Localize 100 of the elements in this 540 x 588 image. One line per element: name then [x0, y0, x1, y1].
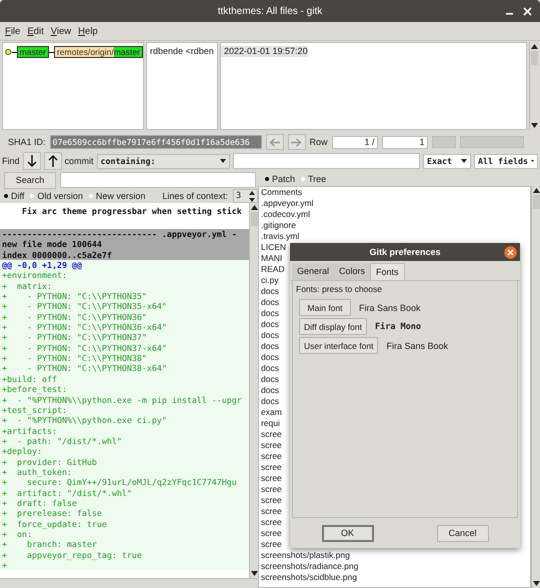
file-name[interactable]: MANI	[261, 253, 282, 263]
scrollbar[interactable]	[531, 186, 540, 588]
file-name[interactable]: scree	[261, 484, 282, 494]
default-button[interactable]: OK	[322, 524, 374, 542]
radio-button[interactable]	[265, 176, 269, 180]
back-button[interactable]	[266, 134, 284, 150]
file-name[interactable]: docs	[261, 352, 279, 362]
find-field[interactable]	[232, 153, 420, 169]
dropdown[interactable]: All fields	[474, 154, 538, 168]
radio-button[interactable]	[4, 194, 8, 198]
forward-button[interactable]	[288, 134, 306, 150]
menu-item[interactable]: Help	[78, 26, 98, 36]
file-name[interactable]: docs	[261, 308, 279, 318]
file-name[interactable]: scree	[261, 451, 282, 461]
find-previous-button[interactable]	[44, 152, 62, 170]
find-scope-label: commit	[64, 156, 94, 166]
file-name[interactable]: LICEN	[261, 242, 286, 252]
sha1-field[interactable]: 07e6509cc6bffbe7917e6ff456f0d1f16a5de636	[50, 135, 262, 149]
left-arrow-icon	[269, 138, 280, 146]
radio-label: Tree	[308, 174, 326, 184]
font-button[interactable]: Diff display font	[299, 318, 367, 335]
file-name[interactable]: screenshots/radiance.png	[261, 561, 358, 571]
author-text: rdbende <rdben	[149, 46, 215, 57]
radio-button[interactable]	[300, 176, 306, 182]
radio-button[interactable]	[88, 193, 94, 199]
close-icon[interactable]	[523, 7, 532, 16]
file-name[interactable]: scree	[261, 506, 282, 516]
scrollbar-thumb[interactable]	[250, 212, 258, 226]
right-arrow-icon	[291, 138, 302, 146]
close-icon[interactable]	[504, 246, 517, 259]
scrollbar-thumb[interactable]	[530, 51, 538, 65]
hint-text: Fonts: press to choose	[296, 284, 383, 294]
radio-label: Diff	[11, 191, 24, 201]
tab[interactable]: Colors	[334, 263, 370, 280]
context-label: Lines of context:	[162, 191, 228, 201]
menu-item[interactable]: View	[50, 26, 72, 36]
diff-header: ------------------------------- .appveyor.yml -	[0, 229, 249, 240]
scrollbar[interactable]	[249, 203, 258, 578]
row-label: Row	[310, 137, 328, 147]
file-name[interactable]: docs	[261, 363, 279, 373]
file-name[interactable]: READ	[261, 264, 285, 274]
file-name[interactable]: scree	[261, 517, 282, 527]
file-name[interactable]: screenshots/plastik.png	[261, 550, 350, 560]
date-text: 2022-01-01 19:57:20	[221, 46, 308, 57]
file-name[interactable]: .appveyor.yml	[261, 198, 314, 208]
commit-node-icon	[5, 48, 12, 56]
file-name[interactable]: docs	[261, 286, 279, 296]
lines-of-context-spinbox[interactable]: 3	[232, 189, 258, 203]
file-name[interactable]: docs	[261, 341, 279, 351]
file-name[interactable]: scree	[261, 495, 282, 505]
dropdown[interactable]: Exact	[423, 154, 471, 168]
down-arrow-icon	[530, 123, 538, 128]
down-arrow-icon	[250, 571, 258, 576]
hunk-header: @@ -0,0 +1,29 @@	[0, 260, 249, 270]
font-name: Fira Mono	[374, 322, 422, 332]
down-arrow-icon	[26, 155, 37, 167]
window-title: ttkthemes: All files - gitk	[218, 6, 322, 16]
scrollbar-thumb[interactable]	[532, 195, 540, 209]
file-name[interactable]: docs	[261, 385, 279, 395]
dialog-title: Gitk preferences	[369, 247, 441, 257]
spin-arrows-icon	[249, 190, 255, 202]
file-name[interactable]: .gitignore	[261, 220, 296, 230]
file-name[interactable]: .codecov.yml	[261, 209, 310, 219]
file-name[interactable]: scree	[261, 473, 282, 483]
file-name[interactable]: exam	[261, 407, 282, 417]
file-name[interactable]: scree	[261, 429, 282, 439]
font-button[interactable]: Main font	[299, 299, 351, 316]
radio-label: New version	[96, 191, 146, 201]
find-next-button[interactable]	[22, 152, 41, 170]
file-name[interactable]: docs	[261, 319, 279, 329]
file-name[interactable]: scree	[261, 440, 282, 450]
file-name[interactable]: screenshots/scidblue.png	[261, 572, 357, 582]
tab[interactable]: Fonts	[370, 263, 405, 280]
radio-label: Old version	[37, 191, 83, 201]
commit-message: Fix arc theme progressbar when setting stick	[20, 205, 243, 217]
menu-item[interactable]: File	[5, 26, 20, 36]
caret-icon	[530, 159, 534, 163]
remote-branch-label: remotes/origin/master	[54, 46, 143, 58]
file-name[interactable]: scree	[261, 462, 282, 472]
file-name[interactable]: docs	[261, 297, 279, 307]
search-field[interactable]	[60, 172, 256, 188]
dropdown[interactable]: containing:	[96, 154, 230, 168]
search-button[interactable]: Search	[4, 172, 56, 188]
file-name[interactable]: Comments	[261, 187, 302, 197]
tab[interactable]: General	[292, 263, 334, 280]
up-arrow-icon	[530, 44, 538, 49]
menu-item[interactable]: Edit	[27, 26, 44, 36]
file-name[interactable]: scree	[261, 539, 282, 549]
file-name[interactable]: ci.py	[261, 275, 278, 285]
branch-label: master	[16, 46, 49, 58]
font-button[interactable]: User interface font	[299, 337, 378, 354]
file-name[interactable]: .travis.yml	[261, 231, 300, 241]
file-name[interactable]: docs	[261, 330, 279, 340]
radio-label: Patch	[272, 174, 296, 184]
file-name[interactable]: scree	[261, 528, 282, 538]
file-name[interactable]: docs	[261, 374, 279, 384]
dialog-button[interactable]: Cancel	[436, 524, 488, 542]
radio-button[interactable]	[29, 193, 36, 199]
file-name[interactable]: docs	[261, 396, 279, 406]
file-name[interactable]: requi	[261, 418, 280, 428]
